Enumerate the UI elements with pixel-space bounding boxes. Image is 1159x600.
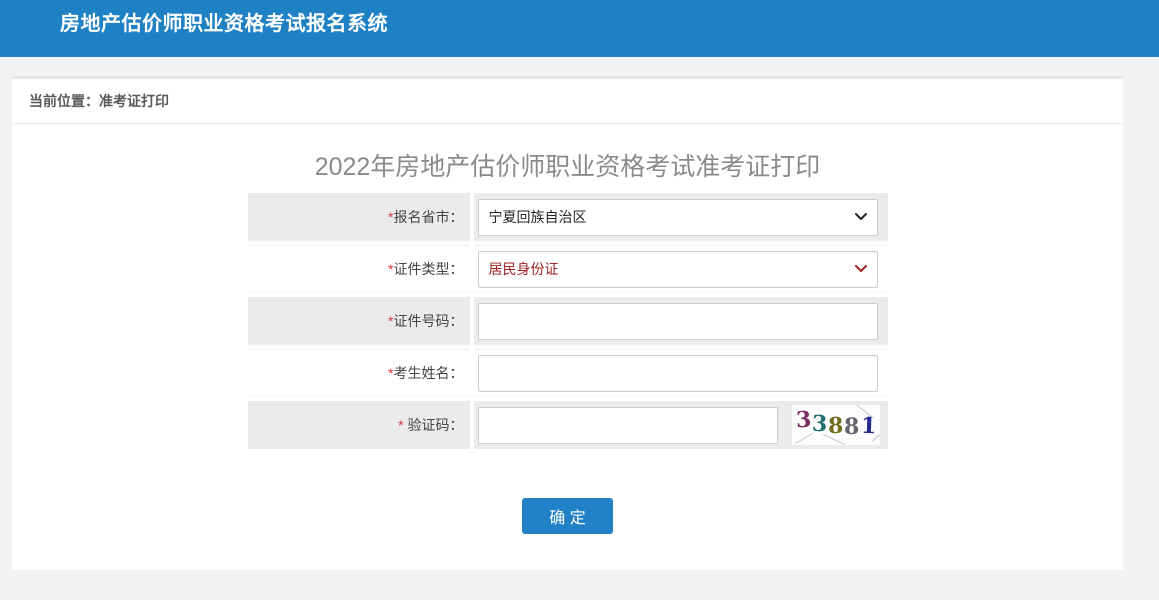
input-cell — [474, 349, 888, 397]
captcha-noise-line — [795, 433, 813, 444]
field-label: 考生姓名： — [394, 365, 464, 381]
input-cell: 宁夏回族自治区 — [474, 193, 888, 241]
candidate-name-input[interactable] — [478, 355, 878, 392]
label-cell: *考生姓名： — [248, 349, 470, 397]
label-cell: * 验证码： — [248, 401, 470, 449]
breadcrumb: 当前位置：准考证打印 — [12, 79, 1123, 124]
label-cell: *报名省市： — [248, 193, 470, 241]
page-title: 2022年房地产估价师职业资格考试准考证打印 — [12, 147, 1123, 183]
input-cell — [474, 297, 888, 345]
id-type-select[interactable]: 居民身份证 — [478, 251, 878, 288]
captcha-digit: 8 — [844, 416, 859, 438]
form-row-captcha: * 验证码： 3 3 8 8 1 — [248, 401, 888, 449]
captcha-digit: 3 — [795, 409, 811, 432]
form-row-candidate-name: *考生姓名： — [248, 349, 888, 397]
captcha-input[interactable] — [478, 407, 778, 444]
captcha-digit: 8 — [828, 415, 844, 437]
input-cell: 居民身份证 — [474, 245, 888, 293]
submit-row: 确 定 — [12, 498, 1123, 534]
page: 房地产估价师职业资格考试报名系统 当前位置：准考证打印 2022年房地产估价师职… — [0, 0, 1159, 600]
label-cell: *证件类型： — [248, 245, 470, 293]
id-number-input[interactable] — [478, 303, 878, 340]
province-select[interactable]: 宁夏回族自治区 — [478, 199, 878, 236]
form-row-id-type: *证件类型： 居民身份证 — [248, 245, 888, 293]
label-cell: *证件号码： — [248, 297, 470, 345]
admission-ticket-print-form: *报名省市： 宁夏回族自治区 *证件类型： — [244, 189, 892, 453]
captcha-image[interactable]: 3 3 8 8 1 — [792, 405, 880, 445]
app-header: 房地产估价师职业资格考试报名系统 — [0, 0, 1159, 57]
form-row-province: *报名省市： 宁夏回族自治区 — [248, 193, 888, 241]
input-cell: 3 3 8 8 1 — [474, 401, 888, 449]
main-panel: 当前位置：准考证打印 2022年房地产估价师职业资格考试准考证打印 *报名省市：… — [12, 76, 1123, 570]
captcha-digit: 3 — [812, 413, 828, 436]
captcha-digit: 1 — [861, 415, 877, 438]
field-label: 验证码： — [404, 417, 464, 433]
field-label: 报名省市： — [394, 209, 464, 225]
breadcrumb-text: 当前位置：准考证打印 — [29, 91, 169, 111]
field-label: 证件号码： — [394, 313, 464, 329]
field-label: 证件类型： — [394, 261, 464, 277]
form-row-id-number: *证件号码： — [248, 297, 888, 345]
app-title: 房地产估价师职业资格考试报名系统 — [60, 7, 1159, 36]
submit-button[interactable]: 确 定 — [522, 498, 613, 534]
